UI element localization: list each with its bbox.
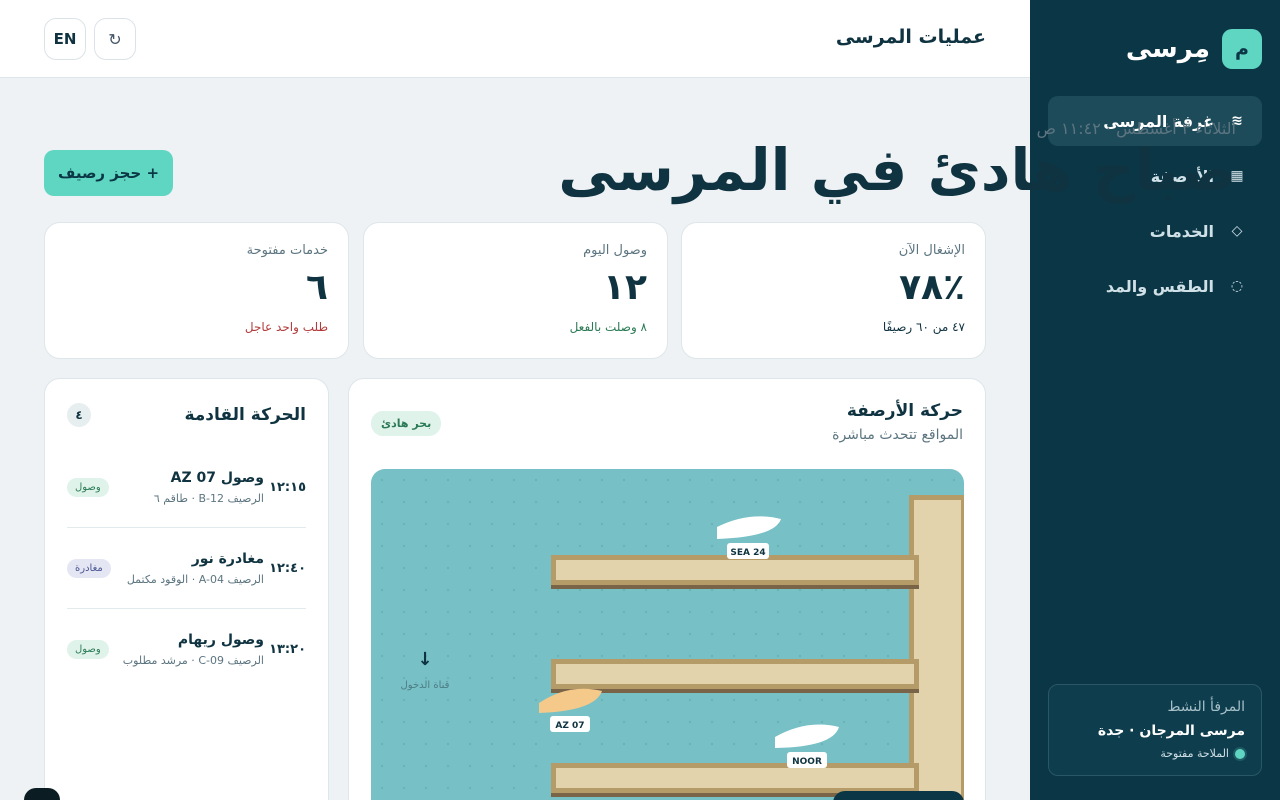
boat-noor[interactable]: NOOR <box>775 724 839 768</box>
map-overlay-tab[interactable] <box>833 791 964 800</box>
stat-label: خدمات مفتوحة <box>246 243 328 258</box>
page-title: عمليات المرسى <box>835 26 986 48</box>
boat-sea-24[interactable]: SEA 24 <box>717 516 781 559</box>
movement-time: ١٢:١٥ <box>269 479 306 495</box>
topbar: عمليات المرسى ↻ EN <box>0 0 1030 78</box>
sidebar-item-label: الخدمات <box>1149 221 1214 241</box>
berths-title: حركة الأرصفة <box>846 401 963 421</box>
refresh-icon: ↻ <box>108 29 122 49</box>
boat-hull-icon <box>539 688 602 713</box>
stat-value: ٪٧٨ <box>899 267 965 308</box>
berths-subtitle: المواقع تتحدث مباشرة <box>832 427 963 443</box>
sidebar-item-label: الطقس والمد <box>1105 276 1214 296</box>
facility-status-text: الملاحة مفتوحة <box>1160 747 1229 760</box>
sidebar-item-services[interactable]: ◇ الخدمات <box>1048 206 1262 256</box>
boat-az-07[interactable]: AZ 07 <box>539 688 602 732</box>
movement-body: مغادرة نور الرصيف A-04 · الوقود مكتمل <box>111 551 264 586</box>
movement-detail: الرصيف B-12 · طاقم ٦ <box>153 491 264 505</box>
facility-label: المرفأ النشط <box>1167 699 1245 715</box>
movement-row[interactable]: ١٢:١٥ وصول AZ 07 الرصيف B-12 · طاقم ٦ وص… <box>67 447 306 528</box>
movement-row[interactable]: ١٢:٤٠ مغادرة نور الرصيف A-04 · الوقود مك… <box>67 528 306 609</box>
entry-channel-label: قناة الدخول <box>401 680 450 691</box>
hero-title: صباح هادئ في المرسى <box>558 136 1236 204</box>
diamond-icon: ◇ <box>1231 223 1243 239</box>
book-berth-button[interactable]: + حجز رصيف <box>44 150 173 196</box>
stat-note: طلب واحد عاجل <box>244 320 328 334</box>
stat-label: وصول اليوم <box>583 243 647 258</box>
stat-note: ٨ وصلت بالفعل <box>569 320 647 334</box>
boat-hull-icon <box>775 724 839 748</box>
traffic-title: الحركة القادمة <box>184 405 306 425</box>
status-dot-icon <box>1235 748 1245 759</box>
boat-label: NOOR <box>792 757 822 767</box>
movement-body: وصول ريهام الرصيف C-09 · مرشد مطلوب <box>109 632 264 667</box>
boat-label: SEA 24 <box>730 548 765 558</box>
brand-name: مِرسى <box>1125 34 1210 64</box>
movement-name: وصول ريهام <box>177 632 264 648</box>
movement-tag: وصول <box>67 640 109 659</box>
movement-detail: الرصيف A-04 · الوقود مكتمل <box>126 572 264 586</box>
berth-map[interactable]: SEA 24 AZ 07 NOOR ↓ قناة الدخول <box>371 469 964 800</box>
arrow-down-icon: ↓ <box>417 649 432 670</box>
boat-hull-icon <box>717 516 781 539</box>
stat-label: الإشغال الآن <box>898 243 965 258</box>
stat-card-services: خدمات مفتوحة ٦ طلب واحد عاجل <box>44 222 349 359</box>
main-quay-deck <box>914 500 961 800</box>
movement-name: مغادرة نور <box>191 550 264 567</box>
sea-state-badge: بحر هادئ <box>371 411 442 436</box>
language-toggle-button[interactable]: EN <box>44 18 86 60</box>
stat-value: ١٢ <box>603 267 647 308</box>
movement-list: ١٢:١٥ وصول AZ 07 الرصيف B-12 · طاقم ٦ وص… <box>67 447 306 690</box>
weather-circle-icon: ◌ <box>1230 278 1244 294</box>
movement-body: وصول AZ 07 الرصيف B-12 · طاقم ٦ <box>109 470 264 505</box>
stat-note: ٤٧ من ٦٠ رصيفًا <box>882 320 965 334</box>
berth-map-svg: SEA 24 AZ 07 NOOR ↓ قناة الدخول <box>401 495 964 800</box>
movement-tag: وصول <box>67 477 109 497</box>
stat-card-arrivals: وصول اليوم ١٢ ٨ وصلت بالفعل <box>363 222 668 359</box>
movement-time: ١٢:٤٠ <box>269 560 306 576</box>
refresh-button[interactable]: ↻ <box>94 18 136 60</box>
movement-row[interactable]: ١٣:٢٠ وصول ريهام الرصيف C-09 · مرشد مطلو… <box>67 609 306 690</box>
traffic-header: الحركة القادمة ٤ <box>67 403 306 427</box>
movement-name: وصول AZ 07 <box>170 469 264 486</box>
pier-a[interactable] <box>551 555 919 589</box>
movement-detail: الرصيف C-09 · مرشد مطلوب <box>122 654 264 667</box>
stat-card-occupancy: الإشغال الآن ٪٧٨ ٤٧ من ٦٠ رصيفًا <box>681 222 986 359</box>
facility-name: مرسى المرجان · جدة <box>1097 723 1245 739</box>
pier-b[interactable] <box>551 659 919 693</box>
berth-traffic-panel: حركة الأرصفة المواقع تتحدث مباشرة بحر ها… <box>348 378 986 800</box>
stat-value: ٦ <box>306 267 328 308</box>
brand[interactable]: م مِرسى <box>1126 29 1262 69</box>
facility-status: الملاحة مفتوحة <box>1065 747 1245 760</box>
movement-time: ١٣:٢٠ <box>269 642 306 657</box>
active-facility-card[interactable]: المرفأ النشط مرسى المرجان · جدة الملاحة … <box>1048 684 1262 776</box>
count-badge: ٤ <box>67 403 91 427</box>
sidebar-item-weather[interactable]: ◌ الطقس والمد <box>1048 261 1262 311</box>
movement-tag: مغادرة <box>67 558 111 578</box>
boat-label: AZ 07 <box>555 721 584 731</box>
incoming-traffic-panel: الحركة القادمة ٤ ١٢:١٥ وصول AZ 07 الرصيف… <box>44 378 329 800</box>
brand-logo: م <box>1222 29 1262 69</box>
floating-widget-button[interactable] <box>24 788 60 800</box>
